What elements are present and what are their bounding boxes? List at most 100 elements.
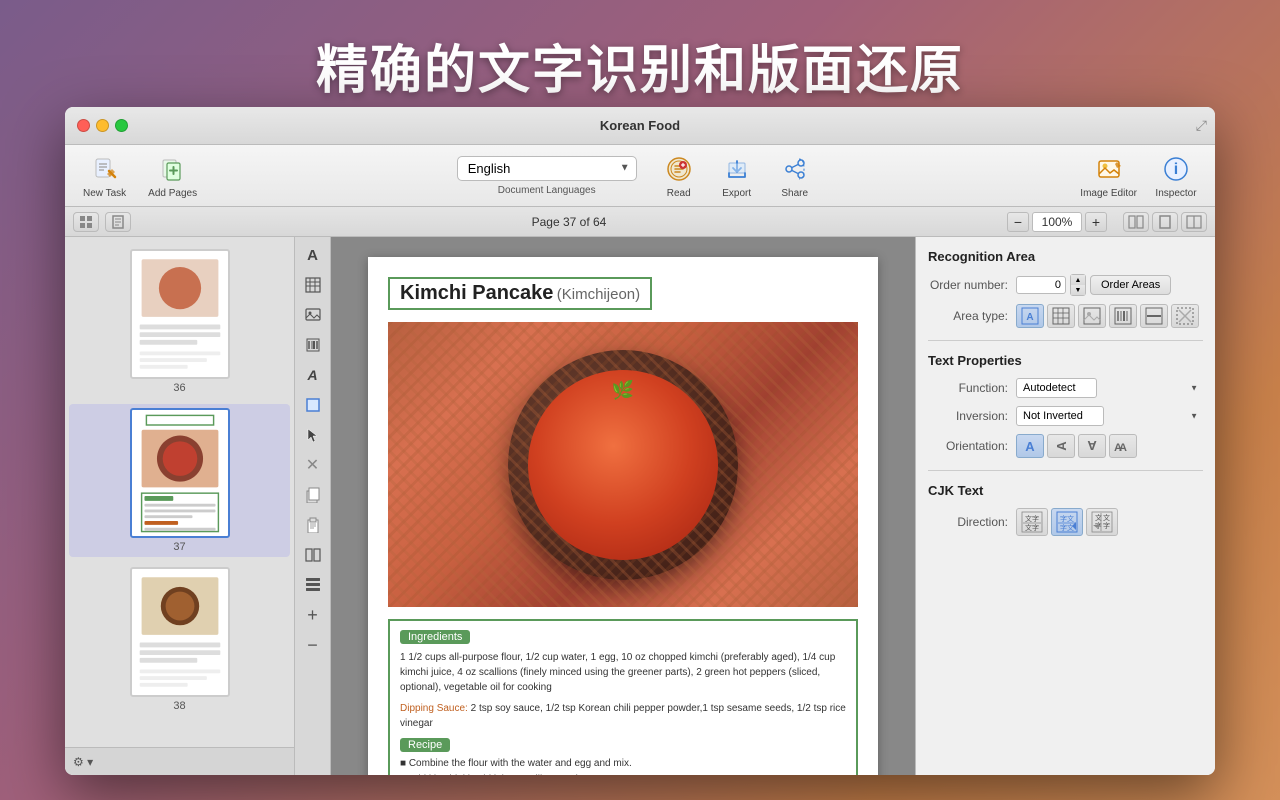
thumbnail-num-37: 37	[173, 541, 185, 553]
clipboard-tool[interactable]	[299, 511, 327, 539]
area-type-text[interactable]: A	[1016, 304, 1044, 328]
area-type-separator[interactable]	[1140, 304, 1168, 328]
share-button[interactable]: Share	[769, 149, 821, 203]
barcode-tool[interactable]	[299, 331, 327, 359]
close-button[interactable]	[77, 119, 90, 132]
add-pages-label: Add Pages	[148, 188, 197, 199]
page-view-btn[interactable]	[105, 212, 131, 232]
split-view-btn[interactable]	[1181, 212, 1207, 232]
svg-text:文: 文	[1103, 513, 1110, 522]
export-button[interactable]: Export	[711, 149, 763, 203]
add-pages-button[interactable]: Add Pages	[140, 149, 205, 203]
area-type-row: Area type: A	[928, 304, 1203, 328]
page-title-sub: (Kimchijeon)	[557, 286, 640, 303]
thumbnail-view-btn[interactable]	[73, 212, 99, 232]
svg-text:文: 文	[1025, 514, 1032, 523]
orient-180[interactable]: A	[1078, 434, 1106, 458]
nav-right-icons	[1123, 212, 1207, 232]
minimize-button[interactable]	[96, 119, 109, 132]
pointer-tool[interactable]	[299, 421, 327, 449]
svg-text:A: A	[1114, 442, 1122, 454]
text-tool[interactable]: A	[299, 241, 327, 269]
new-task-button[interactable]: New Task	[75, 149, 134, 203]
new-task-label: New Task	[83, 188, 126, 199]
single-view-btn[interactable]	[1152, 212, 1178, 232]
navigation-bar: Page 37 of 64 − 100% +	[65, 207, 1215, 237]
orient-90[interactable]: A	[1047, 434, 1075, 458]
orient-mirror[interactable]: A A	[1109, 434, 1137, 458]
read-label: Read	[667, 188, 691, 199]
thumbnail-img-37	[130, 408, 230, 538]
fullscreen-icon[interactable]: ⤢	[1196, 117, 1207, 134]
thumbnail-item-38[interactable]: 38	[69, 563, 290, 716]
orient-normal[interactable]: A	[1016, 434, 1044, 458]
area-type-barcode[interactable]	[1109, 304, 1137, 328]
function-row: Function: Autodetect Text OCR	[928, 378, 1203, 398]
cross-tool[interactable]: ✕	[299, 451, 327, 479]
order-areas-button[interactable]: Order Areas	[1090, 275, 1171, 295]
settings-tool[interactable]	[299, 571, 327, 599]
dir-horizontal-rtl[interactable]: 字 文 字 文	[1051, 508, 1083, 536]
minus-tool[interactable]: −	[299, 631, 327, 659]
dir-horizontal[interactable]: 文 字 文 字	[1016, 508, 1048, 536]
rectangle-tool[interactable]	[299, 391, 327, 419]
dipping-sauce: Dipping Sauce: 2 tsp soy sauce, 1/2 tsp …	[400, 701, 846, 731]
image-editor-label: Image Editor	[1080, 188, 1137, 199]
inspector-button[interactable]: i Inspector	[1147, 149, 1205, 203]
stepper-up[interactable]: ▲	[1071, 275, 1085, 285]
order-number-input[interactable]	[1016, 276, 1066, 294]
recipe-tag: Recipe	[400, 738, 450, 752]
main-window: Korean Food ⤢ New Task	[65, 107, 1215, 775]
thumbnail-item-37[interactable]: 37	[69, 404, 290, 557]
column-view-btn[interactable]	[1123, 212, 1149, 232]
text-italic-tool[interactable]: A	[299, 361, 327, 389]
thumbnail-img-38	[130, 567, 230, 697]
area-type-image[interactable]	[1078, 304, 1106, 328]
language-selector-group: English Korean Chinese Japanese ▼ Docume…	[457, 156, 637, 196]
zoom-out-btn[interactable]: −	[1007, 212, 1029, 232]
language-select[interactable]: English Korean Chinese Japanese	[457, 156, 637, 181]
plus-tool[interactable]: +	[299, 601, 327, 629]
svg-text:i: i	[1174, 161, 1178, 178]
inspector-icon: i	[1160, 153, 1192, 185]
read-icon	[663, 153, 695, 185]
recipe-step2: ■ Add kimchi, kimchi juice, scallions an…	[400, 772, 846, 775]
page-title-main: Kimchi Pancake	[400, 282, 553, 304]
document-area: Kimchi Pancake (Kimchijeon) 🌿	[331, 237, 915, 775]
image-tool[interactable]	[299, 301, 327, 329]
area-type-ignore[interactable]	[1171, 304, 1199, 328]
window-title: Korean Food	[600, 118, 680, 133]
table-tool[interactable]	[299, 271, 327, 299]
image-editor-button[interactable]: Image Editor	[1072, 149, 1145, 203]
area-type-label: Area type:	[928, 309, 1008, 323]
orientation-label: Orientation:	[928, 439, 1008, 453]
columns-tool[interactable]	[299, 541, 327, 569]
inspector-label: Inspector	[1155, 188, 1196, 199]
settings-button[interactable]: ⚙ ▾	[73, 755, 93, 769]
maximize-button[interactable]	[115, 119, 128, 132]
inversion-select[interactable]: Not Inverted Inverted	[1016, 406, 1104, 426]
document-page: Kimchi Pancake (Kimchijeon) 🌿	[368, 257, 878, 775]
divider-1	[928, 340, 1203, 341]
zoom-value: 100%	[1032, 212, 1082, 232]
recipe-box: Ingredients 1 1/2 cups all-purpose flour…	[388, 619, 858, 775]
area-type-table[interactable]	[1047, 304, 1075, 328]
thumbnail-sidebar: 36	[65, 237, 295, 775]
new-task-icon	[89, 153, 121, 185]
thumbnail-list: 36	[65, 237, 294, 747]
read-button[interactable]: Read	[653, 149, 705, 203]
direction-group: 文 字 文 字 字 文 字 文	[1016, 508, 1118, 536]
svg-text:字: 字	[1032, 523, 1039, 532]
copy-tool[interactable]	[299, 481, 327, 509]
dir-vertical[interactable]: 文 字 文 字	[1086, 508, 1118, 536]
function-select[interactable]: Autodetect Text OCR	[1016, 378, 1097, 398]
svg-text:字: 字	[1103, 521, 1110, 530]
titlebar: Korean Food ⤢	[65, 107, 1215, 145]
thumbnail-item-36[interactable]: 36	[69, 245, 290, 398]
function-select-wrap: Autodetect Text OCR	[1016, 378, 1203, 398]
zoom-in-btn[interactable]: +	[1085, 212, 1107, 232]
language-label: Document Languages	[498, 185, 596, 196]
recognition-area-title: Recognition Area	[928, 249, 1203, 264]
stepper-down[interactable]: ▼	[1071, 285, 1085, 295]
toolbar-right: Image Editor i Inspector	[1072, 149, 1205, 203]
